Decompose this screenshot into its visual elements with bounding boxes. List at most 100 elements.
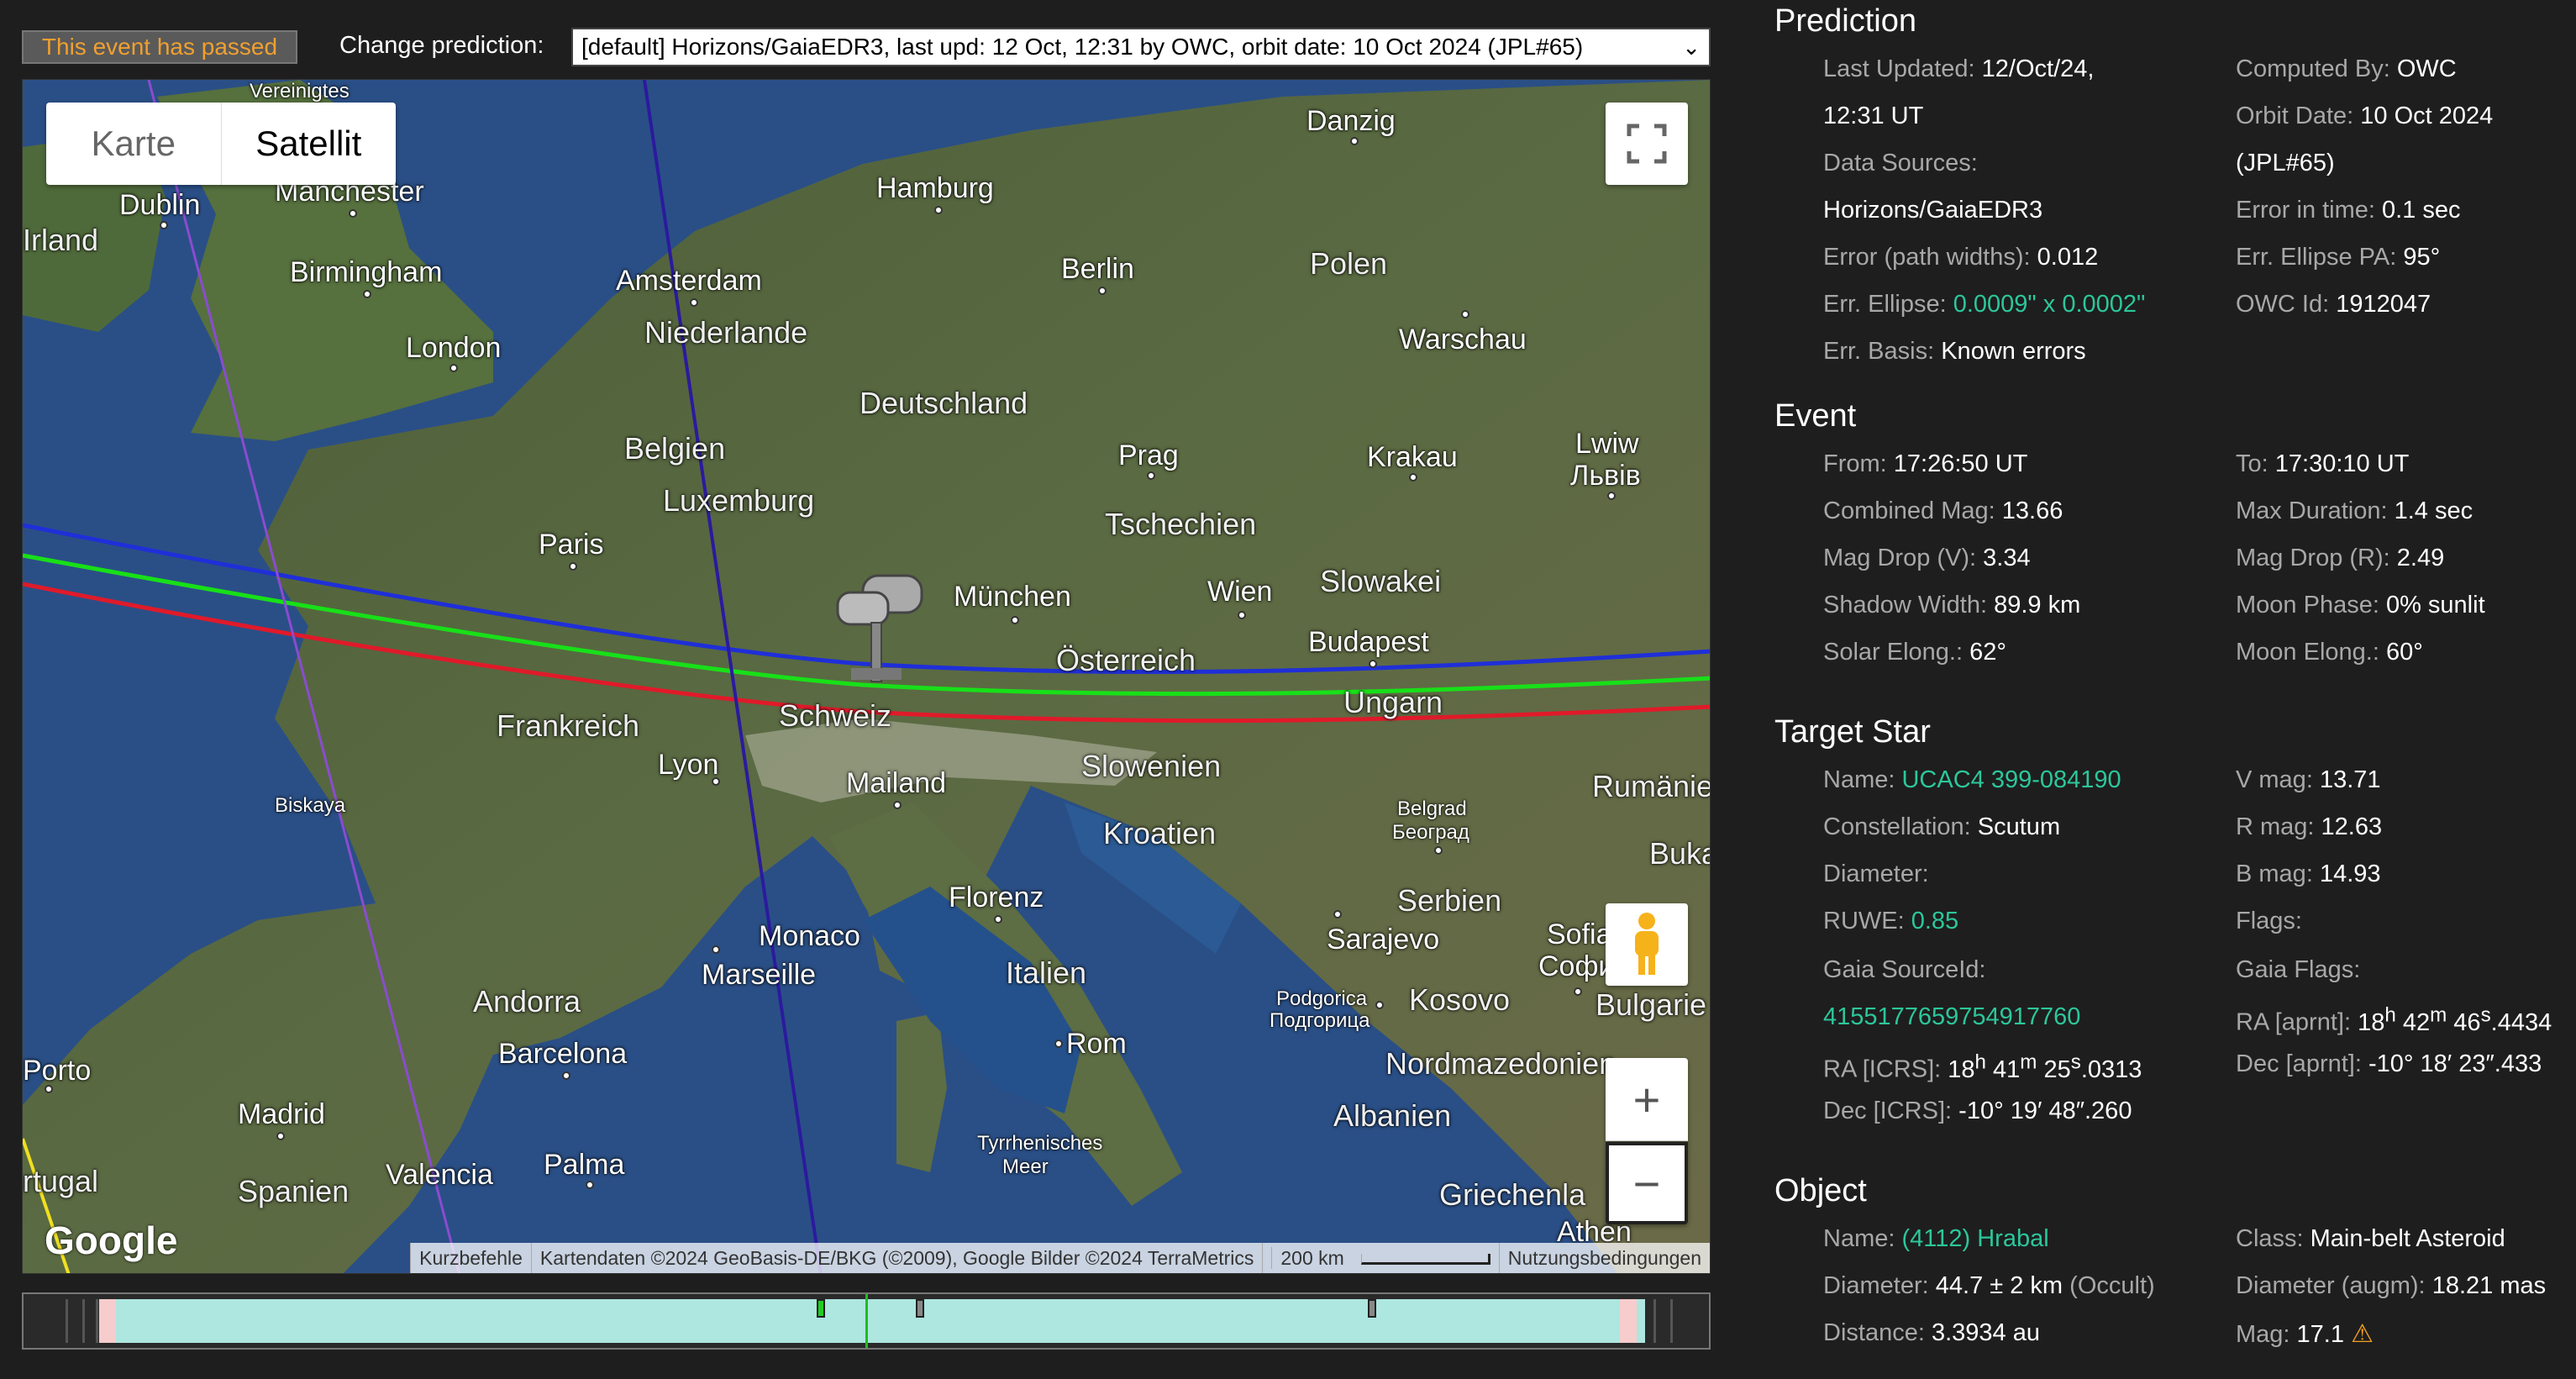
err-ellipse-pa-value: 95°: [2403, 244, 2441, 271]
vmag-value: 13.71: [2319, 766, 2381, 793]
timeline-tick: [66, 1299, 68, 1343]
map-label-schweiz: Schweiz: [779, 698, 892, 733]
error-path-label: Error (path widths):: [1823, 244, 2031, 271]
occultation-map[interactable]: Vereinigtes Dublin Irland Manchester Bir…: [22, 79, 1711, 1274]
owc-id-value: 1912047: [2336, 291, 2431, 318]
city-dot: [1011, 616, 1019, 624]
dec-icrs-value: -10° 19′ 48″.260: [1958, 1097, 2132, 1124]
city-dot: [934, 206, 943, 214]
object-name-link[interactable]: (4112) Hrabal: [1901, 1225, 2048, 1252]
map-label-krakau: Krakau: [1367, 441, 1458, 473]
fullscreen-icon: [1627, 124, 1667, 164]
last-updated-label: Last Updated:: [1823, 55, 1975, 82]
map-label-paris: Paris: [539, 529, 604, 561]
mag-drop-r-value: 2.49: [2396, 545, 2445, 571]
map-label-rumaenien: Rumänie: [1592, 769, 1711, 803]
map-label-belgrad-sr: Београд: [1392, 821, 1469, 844]
shadow-width-label: Shadow Width:: [1823, 592, 1988, 618]
error-time-value: 0.1 sec: [2382, 197, 2461, 224]
timeline-tick: [1670, 1299, 1673, 1343]
object-diameter-label: Diameter:: [1823, 1272, 1929, 1299]
map-label-italien: Italien: [1006, 955, 1087, 990]
owc-id-label: OWC Id:: [2236, 291, 2330, 318]
map-label-polen: Polen: [1310, 246, 1388, 281]
err-ellipse-value[interactable]: 0.0009" x 0.0002": [1953, 291, 2146, 318]
keyboard-shortcuts-link[interactable]: Kurzbefehle: [410, 1243, 531, 1273]
star-name-link[interactable]: UCAC4 399-084190: [1901, 766, 2121, 793]
city-dot: [449, 364, 458, 372]
diameter-augm-value: 18.21 mas: [2431, 1272, 2547, 1299]
moon-elong-label: Moon Elong.:: [2236, 639, 2379, 666]
city-dot: [1574, 987, 1582, 996]
event-from-value: 17:26:50 UT: [1893, 450, 2028, 477]
map-label-monaco: Monaco: [759, 920, 860, 952]
gaia-source-link[interactable]: 4155177659754917760: [1823, 1003, 2080, 1030]
map-type-karte-button[interactable]: Karte: [46, 103, 222, 185]
target-star-heading: Target Star: [1774, 714, 1931, 750]
prediction-heading: Prediction: [1774, 3, 1916, 39]
timeline-marker[interactable]: [1368, 1299, 1376, 1318]
prediction-select-value: [default] Horizons/GaiaEDR3, last upd: 1…: [581, 34, 1584, 60]
gaia-source-label: Gaia SourceId:: [1823, 956, 1986, 983]
star-diameter-label: Diameter:: [1823, 861, 1929, 887]
map-label-buka: Buka: [1649, 836, 1710, 871]
city-dot: [1147, 471, 1155, 480]
solar-elong-label: Solar Elong.:: [1823, 639, 1964, 666]
plus-icon: +: [1632, 1072, 1661, 1126]
fullscreen-button[interactable]: [1606, 103, 1688, 185]
map-type-satellit-button[interactable]: Satellit: [222, 103, 397, 185]
dec-icrs-label: Dec [ICRS]:: [1823, 1097, 1953, 1124]
orbit-date-jpl: (JPL#65): [2236, 150, 2335, 176]
orbit-date-label: Orbit Date:: [2236, 103, 2354, 129]
ruwe-value[interactable]: 0.85: [1911, 908, 1958, 934]
map-label-biskaya: Biskaya: [275, 794, 346, 817]
err-ellipse-pa-label: Err. Ellipse PA:: [2236, 244, 2397, 271]
map-label-belgien: Belgien: [624, 431, 726, 466]
map-label-tyrrhenisches: Tyrrhenisches: [977, 1132, 1103, 1155]
prediction-select[interactable]: [default] Horizons/GaiaEDR3, last upd: 1…: [571, 28, 1711, 66]
star-name-label: Name:: [1823, 766, 1895, 793]
map-scale[interactable]: 200 km: [1262, 1243, 1498, 1273]
solar-elong-value: 62°: [1969, 639, 2006, 666]
orbit-date-value: 10 Oct 2024: [2360, 103, 2494, 129]
map-label-sarajevo: Sarajevo: [1327, 924, 1440, 955]
city-dot: [712, 945, 720, 954]
map-label-birmingham: Birmingham: [290, 256, 443, 288]
zoom-out-button[interactable]: −: [1606, 1142, 1688, 1224]
last-updated-time: 12:31 UT: [1823, 103, 1924, 129]
zoom-in-button[interactable]: +: [1606, 1058, 1688, 1141]
moon-elong-value: 60°: [2385, 639, 2423, 666]
map-label-dublin: Dublin: [119, 189, 201, 221]
data-sources-label: Data Sources:: [1823, 150, 1978, 176]
city-dot: [562, 1071, 570, 1080]
city-dot: [1238, 611, 1246, 619]
moon-phase-value: 0% sunlit: [2385, 592, 2485, 618]
mag-drop-r-label: Mag Drop (R):: [2236, 545, 2390, 571]
map-label-warschau: Warschau: [1399, 324, 1527, 355]
event-heading: Event: [1774, 398, 1857, 434]
city-dot: [1333, 910, 1342, 918]
event-to-label: To:: [2236, 450, 2268, 477]
map-label-lwiw-uk: Львів: [1570, 460, 1641, 492]
timeline-marker-green[interactable]: [817, 1299, 825, 1318]
warning-icon[interactable]: ⚠: [2351, 1320, 2374, 1348]
event-timeline[interactable]: [22, 1292, 1711, 1350]
object-name-label: Name:: [1823, 1225, 1895, 1252]
map-label-andorra: Andorra: [473, 984, 581, 1018]
max-duration-value: 1.4 sec: [2394, 497, 2473, 524]
rmag-value: 12.63: [2321, 813, 2383, 840]
error-path-value: 0.012: [2037, 244, 2099, 271]
timeline-marker[interactable]: [916, 1299, 924, 1318]
object-class-value: Main-belt Asteroid: [2310, 1225, 2505, 1252]
ra-icrs-label: RA [ICRS]:: [1823, 1055, 1942, 1083]
terms-link[interactable]: Nutzungsbedingungen: [1498, 1243, 1710, 1273]
street-view-button[interactable]: [1606, 903, 1688, 986]
dec-aprnt-label: Dec [aprnt]:: [2236, 1050, 2362, 1077]
map-label-slowenien: Slowenien: [1081, 749, 1222, 783]
details-panel: Prediction Last Updated: 12/Oct/24, 12:3…: [1774, 0, 2576, 1379]
error-time-label: Error in time:: [2236, 197, 2375, 224]
map-type-control: Karte Satellit: [46, 103, 396, 185]
diameter-augm-label: Diameter (augm):: [2236, 1272, 2426, 1299]
city-dot: [276, 1132, 285, 1140]
map-label-griechenland: Griechenla: [1439, 1177, 1586, 1212]
